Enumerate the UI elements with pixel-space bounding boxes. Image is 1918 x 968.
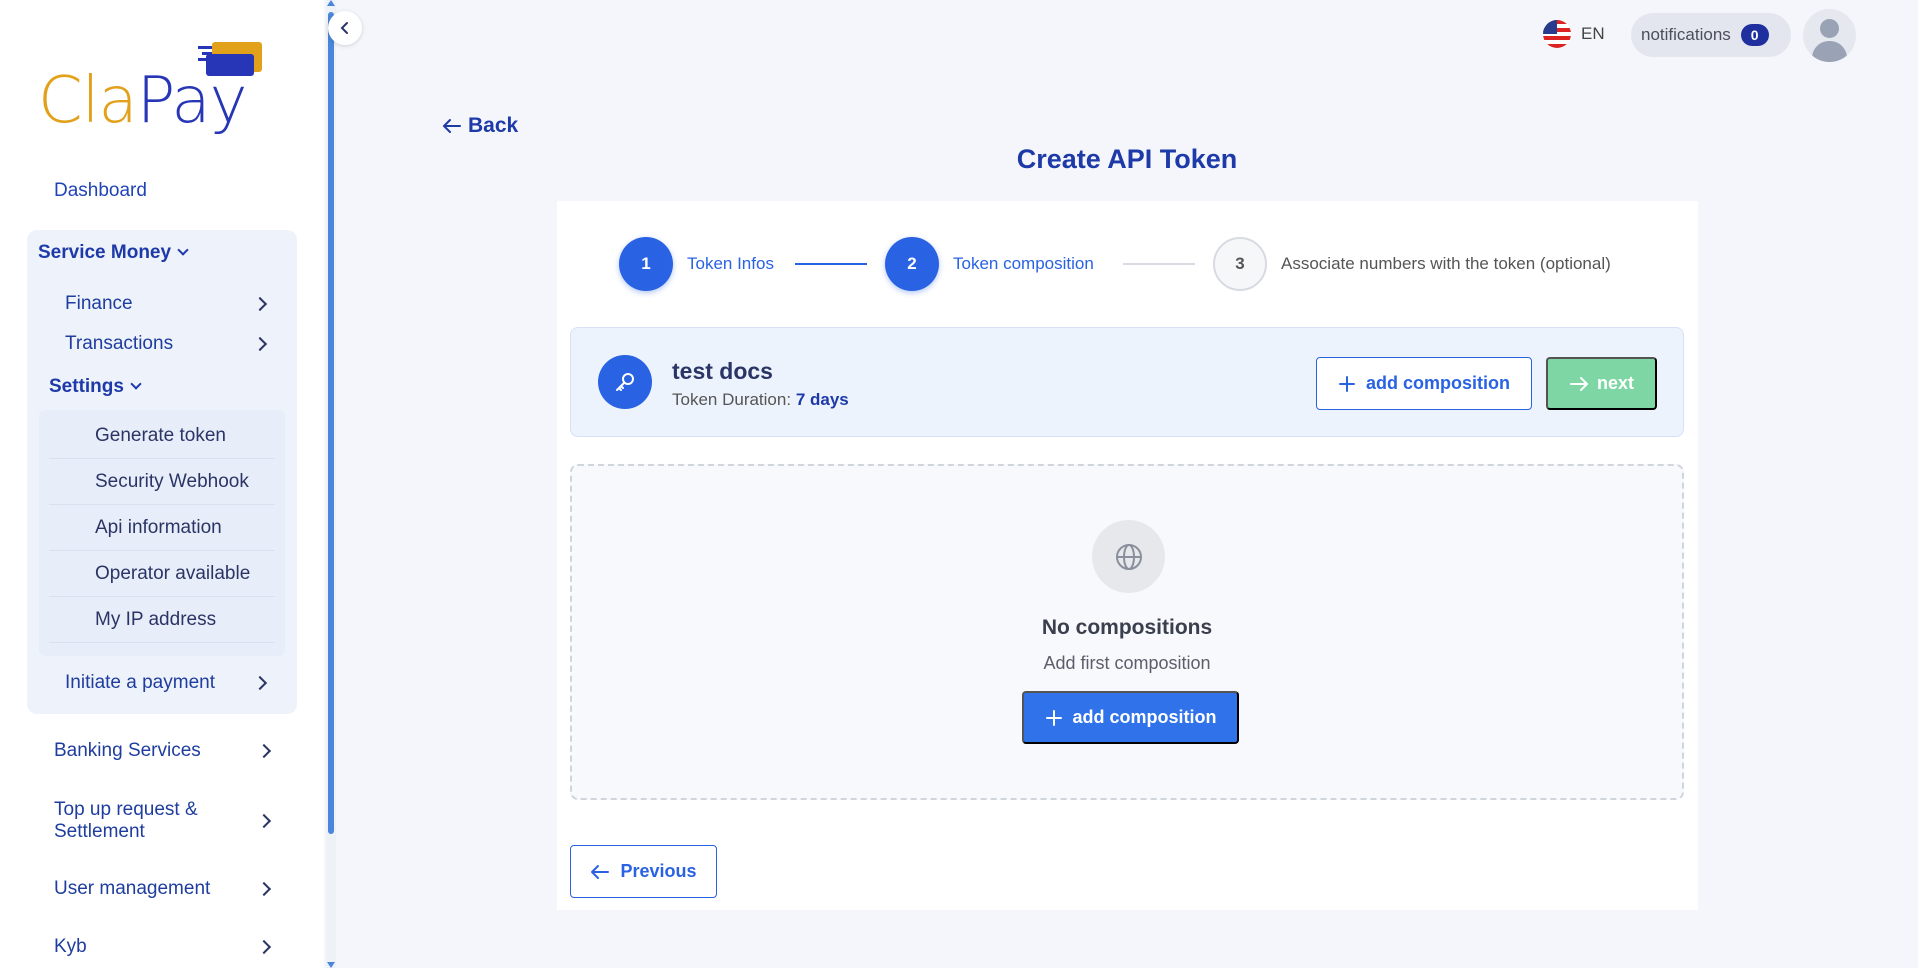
sidebar-group-toggle-service-money[interactable]: Service Money [38,242,189,264]
add-first-composition-button[interactable]: add composition [1022,691,1239,744]
us-flag-icon [1543,20,1571,48]
page-title: Create API Token [1016,144,1238,174]
sidebar-item-label: Initiate a payment [65,672,215,693]
token-summary: test docs Token Duration: 7 days add com… [570,327,1684,437]
notifications-label: notifications [1641,25,1731,44]
step-1-circle[interactable]: 1 [619,237,673,291]
sidebar-group-service-money: Service Money Finance Transactions Setti… [27,230,297,714]
settings-submenu: Generate token Security Webhook Api info… [39,410,285,656]
key-icon [598,355,652,409]
sidebar-item-generate-token[interactable]: Generate token [49,413,275,459]
plus-icon [1339,375,1355,392]
step-connector-1 [795,263,867,265]
scrollbar-thumb[interactable] [328,12,334,834]
next-label: next [1596,373,1634,393]
sidebar-group-toggle-settings[interactable]: Settings [49,376,142,398]
sidebar-item-top-up-settlement[interactable]: Top up request & Settlement [54,799,272,843]
chevron-right-icon [256,743,272,759]
add-first-composition-label: add composition [1072,707,1217,727]
sidebar-item-api-information[interactable]: Api information [49,505,275,551]
notifications-button[interactable]: notifications 0 [1631,13,1791,57]
step-3-circle[interactable]: 3 [1213,237,1267,291]
chevron-down-icon [177,244,189,256]
avatar-head [1820,19,1839,38]
logo-text-pay: Pay [136,64,248,138]
sidebar-item-kyb[interactable]: Kyb [54,936,272,958]
globe-icon [1092,520,1165,593]
user-avatar[interactable] [1803,9,1856,62]
token-duration-value: 7 days [795,390,849,409]
back-label: Back [468,114,519,137]
chevron-right-icon [256,881,272,897]
step-2-label[interactable]: Token composition [953,254,1094,274]
back-link[interactable]: Back [442,114,518,138]
sidebar-item-label: User management [54,878,211,899]
chevron-right-icon [252,675,268,691]
sidebar-item-user-management[interactable]: User management [54,878,272,900]
compositions-empty-state: No compositions Add first composition ad… [570,464,1684,800]
sidebar-item-finance[interactable]: Finance [65,293,268,315]
sidebar-item-my-ip-address[interactable]: My IP address [49,597,275,643]
create-token-card: 1 Token Infos 2 Token composition 3 Asso… [557,201,1698,910]
step-connector-2 [1123,263,1195,265]
sidebar-item-label: Top up request & Settlement [54,799,198,842]
sidebar-item-transactions[interactable]: Transactions [65,333,268,355]
arrow-left-icon [591,864,610,879]
step-2-circle[interactable]: 2 [885,237,939,291]
sidebar-item-security-webhook[interactable]: Security Webhook [49,459,275,505]
step-1-label[interactable]: Token Infos [687,254,774,274]
previous-button[interactable]: Previous [570,845,717,898]
empty-state-subtitle: Add first composition [1043,653,1211,673]
sidebar-item-label: Finance [65,293,133,314]
language-code: EN [1581,24,1605,43]
scroll-up-arrow-icon[interactable] [327,0,335,6]
arrow-right-icon [1569,376,1588,391]
notifications-count-badge: 0 [1740,24,1769,46]
add-composition-button[interactable]: add composition [1316,357,1532,410]
sidebar-item-label: Banking Services [54,740,201,761]
token-name: test docs [672,358,773,384]
chevron-down-icon [130,378,142,390]
language-selector[interactable]: EN [1543,20,1605,48]
sidebar-item-dashboard[interactable]: Dashboard [54,180,147,202]
sidebar-item-label: Transactions [65,333,174,354]
next-button[interactable]: next [1546,357,1657,410]
sidebar-group-label: Service Money [38,242,172,263]
clapay-logo[interactable]: ClaPay [38,38,268,138]
sidebar-item-banking-services[interactable]: Banking Services [54,740,272,762]
avatar-body [1812,41,1847,62]
sidebar-item-label: Kyb [54,936,87,957]
scroll-down-arrow-icon[interactable] [327,962,335,968]
token-duration-label: Token Duration: [672,390,792,409]
sidebar-collapse-button[interactable] [328,11,362,45]
sidebar-group-label: Settings [49,376,124,397]
chevron-left-icon [340,22,348,34]
empty-state-title: No compositions [1041,616,1213,639]
step-3-label[interactable]: Associate numbers with the token (option… [1281,254,1611,274]
chevron-right-icon [256,939,272,955]
previous-label: Previous [620,861,697,881]
plus-icon [1045,709,1062,726]
chevron-right-icon [256,813,272,829]
sidebar-item-initiate-payment[interactable]: Initiate a payment [65,672,268,694]
token-duration: Token Duration: 7 days [672,390,849,410]
sidebar-item-operator-available[interactable]: Operator available [49,551,275,597]
logo-wordmark: ClaPay [38,64,247,138]
logo-text-cla: Cla [38,64,138,138]
arrow-left-icon [443,119,461,133]
chevron-right-icon [252,336,268,352]
add-composition-label: add composition [1366,373,1510,393]
chevron-right-icon [252,296,268,312]
